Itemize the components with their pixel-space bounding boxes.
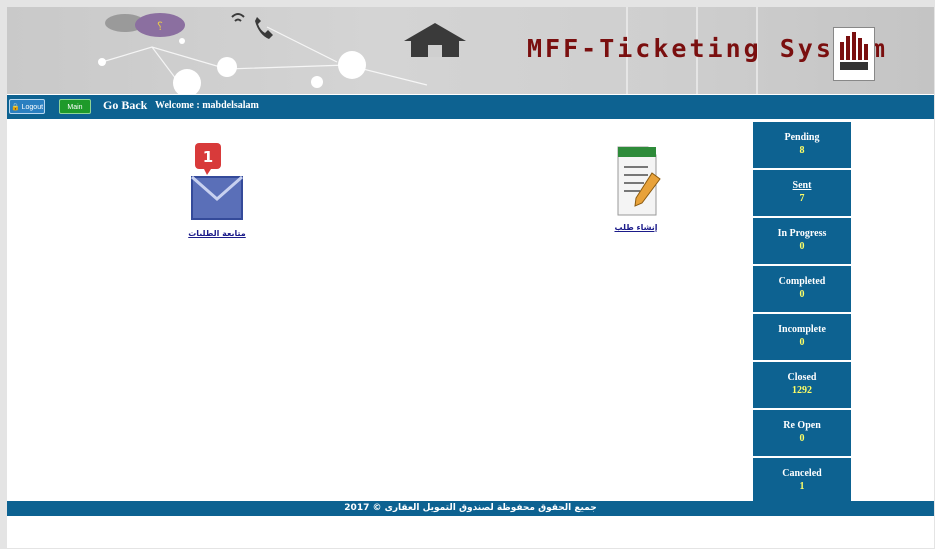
status-closed[interactable]: Closed 1292 — [753, 362, 851, 408]
phone-icon — [231, 13, 273, 39]
status-label: Closed — [787, 372, 817, 383]
status-count: 1 — [799, 481, 805, 492]
status-canceled[interactable]: Canceled 1 — [753, 458, 851, 504]
status-label: Re Open — [783, 420, 821, 431]
status-count: 8 — [799, 145, 805, 156]
status-label: Canceled — [782, 468, 822, 479]
footer-copyright: جميع الحقوق محفوظة لصندوق التمويل العقار… — [7, 501, 934, 516]
status-pending[interactable]: Pending 8 — [753, 122, 851, 168]
svg-text:؟: ؟ — [157, 20, 163, 33]
logout-button[interactable]: 🔒 Logout — [9, 99, 45, 114]
status-count: 0 — [799, 337, 805, 348]
chat-bubbles-icon: ؟ — [105, 13, 185, 37]
status-count: 0 — [799, 241, 805, 252]
nav-bar: 🔒 Logout Main Page Go Back Welcome : mab… — [7, 95, 934, 126]
welcome-text: Welcome : mabdelsalam — [155, 100, 259, 111]
status-incomplete[interactable]: Incomplete 0 — [753, 314, 851, 360]
status-label: Incomplete — [778, 324, 826, 335]
create-request-link[interactable]: إنشاء طلب — [603, 223, 669, 232]
status-label: Sent — [792, 180, 812, 191]
status-label: In Progress — [777, 228, 827, 239]
document-pencil-icon — [617, 146, 661, 216]
status-count: 0 — [799, 433, 805, 444]
logo-graphic — [840, 32, 868, 70]
status-count: 7 — [799, 193, 805, 204]
status-sidebar: Pending 8 Sent 7 In Progress 0 Completed… — [753, 122, 851, 506]
main-page-button[interactable]: Main Page — [59, 99, 91, 126]
company-logo — [833, 27, 875, 81]
status-sent[interactable]: Sent 7 — [753, 170, 851, 216]
envelope-icon: 1 — [191, 143, 243, 220]
badge-count: 1 — [203, 148, 213, 166]
status-in-progress[interactable]: In Progress 0 — [753, 218, 851, 264]
follow-requests-link[interactable]: متابعة الطلبات — [183, 229, 251, 238]
logout-label: Logout — [21, 104, 44, 111]
follow-requests-tile[interactable]: 1 متابعة الطلبات — [183, 143, 251, 238]
home-icon — [404, 23, 466, 57]
status-count: 0 — [799, 289, 805, 300]
status-reopen[interactable]: Re Open 0 — [753, 410, 851, 456]
status-count: 1292 — [792, 385, 812, 396]
create-request-tile[interactable]: إنشاء طلب — [603, 143, 669, 232]
status-completed[interactable]: Completed 0 — [753, 266, 851, 312]
status-label: Pending — [784, 132, 820, 143]
status-label: Completed — [778, 276, 826, 287]
page: ؟ MFF-Ticketing System 🔒 Logout Main Pag… — [7, 7, 934, 548]
go-back-link[interactable]: Go Back — [103, 98, 147, 113]
lock-icon: 🔒 — [10, 104, 20, 111]
main-page-label: Main Page — [66, 104, 84, 126]
header-banner: ؟ MFF-Ticketing System — [7, 7, 934, 94]
